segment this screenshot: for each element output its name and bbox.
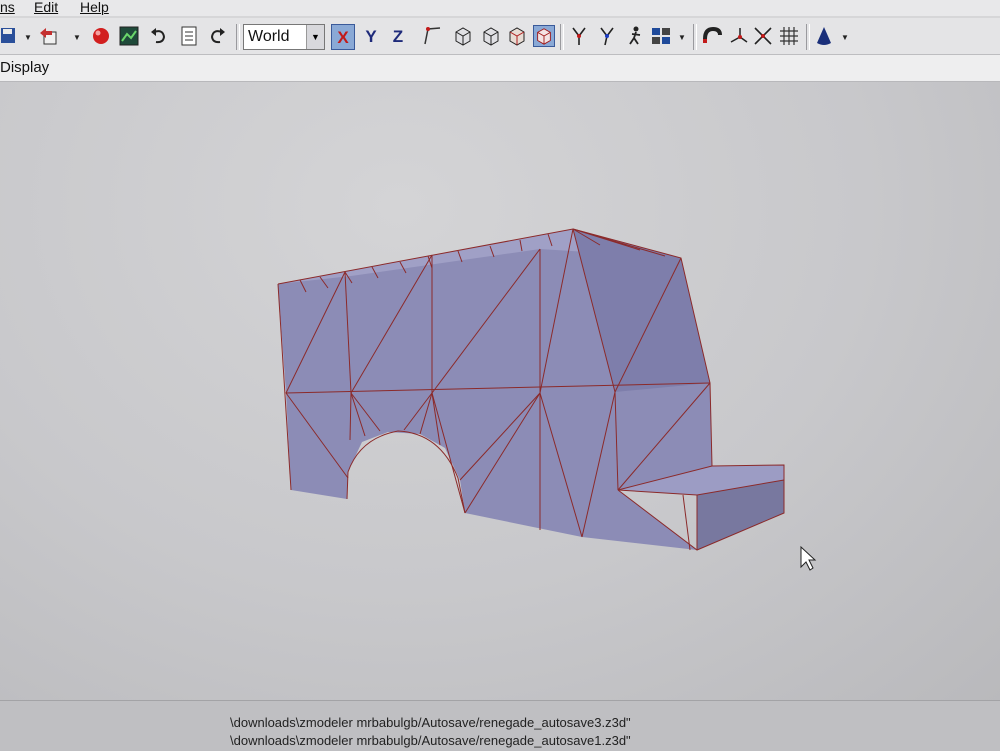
coordinate-system-value: World <box>248 28 290 45</box>
chevron-down-icon[interactable]: ▼ <box>73 33 81 42</box>
view-tab-bar: Display <box>0 55 1000 82</box>
undo-icon[interactable] <box>148 25 170 47</box>
cube-select-icon[interactable] <box>452 25 474 47</box>
cube-move-icon[interactable] <box>506 25 528 47</box>
tab-display[interactable]: Display <box>0 59 49 76</box>
group-icon[interactable] <box>650 25 672 47</box>
pin-2-icon[interactable] <box>596 25 618 47</box>
coordinate-system-select[interactable]: World ▼ <box>243 24 325 50</box>
menu-bar: ns Edit Help <box>0 0 1000 16</box>
toolbar-separator <box>236 24 240 50</box>
undo-history-icon[interactable] <box>38 25 60 47</box>
mouse-cursor-icon <box>800 545 817 571</box>
document-icon[interactable] <box>178 25 200 47</box>
chevron-down-icon[interactable]: ▼ <box>678 33 686 42</box>
redo-icon[interactable] <box>206 25 228 47</box>
chevron-down-icon[interactable]: ▼ <box>306 25 324 49</box>
figure-icon[interactable] <box>624 25 646 47</box>
axis-z-button[interactable]: Z <box>386 24 410 50</box>
save-icon[interactable] <box>0 25 22 47</box>
toolbar-separator <box>560 24 564 50</box>
grid-icon[interactable] <box>778 25 800 47</box>
axis-y-button[interactable]: Y <box>359 24 383 50</box>
pin-icon[interactable] <box>568 25 590 47</box>
cube-select-2-icon[interactable] <box>480 25 502 47</box>
image-icon[interactable] <box>118 25 140 47</box>
cone-icon[interactable] <box>813 25 835 47</box>
menu-item-edit[interactable]: Edit <box>34 0 58 15</box>
chevron-down-icon[interactable]: ▼ <box>24 33 32 42</box>
axis-x-button[interactable]: X <box>331 24 355 50</box>
toolbar-separator <box>693 24 697 50</box>
status-line-1: \downloads\zmodeler mrbabulgb/Autosave/r… <box>230 715 631 730</box>
select-vertex-icon[interactable] <box>422 25 444 47</box>
toolbar-separator <box>806 24 810 50</box>
cube-rotate-icon[interactable] <box>533 25 555 47</box>
status-line-2: \downloads\zmodeler mrbabulgb/Autosave/r… <box>230 733 631 748</box>
render-sphere-icon[interactable] <box>90 25 112 47</box>
mesh-view[interactable] <box>0 82 1000 702</box>
main-toolbar: ▼ ▼ ▼ ▼ <box>0 18 1000 55</box>
vertex-tool-icon[interactable] <box>728 25 750 47</box>
chevron-down-icon[interactable]: ▼ <box>841 33 849 42</box>
menu-item-tools[interactable]: ns <box>0 0 15 15</box>
menu-item-help[interactable]: Help <box>80 0 109 15</box>
magnet-icon[interactable] <box>701 25 723 47</box>
3d-viewport[interactable] <box>0 82 1000 702</box>
status-bar: \downloads\zmodeler mrbabulgb/Autosave/r… <box>0 700 1000 751</box>
cross-tool-icon[interactable] <box>752 25 774 47</box>
